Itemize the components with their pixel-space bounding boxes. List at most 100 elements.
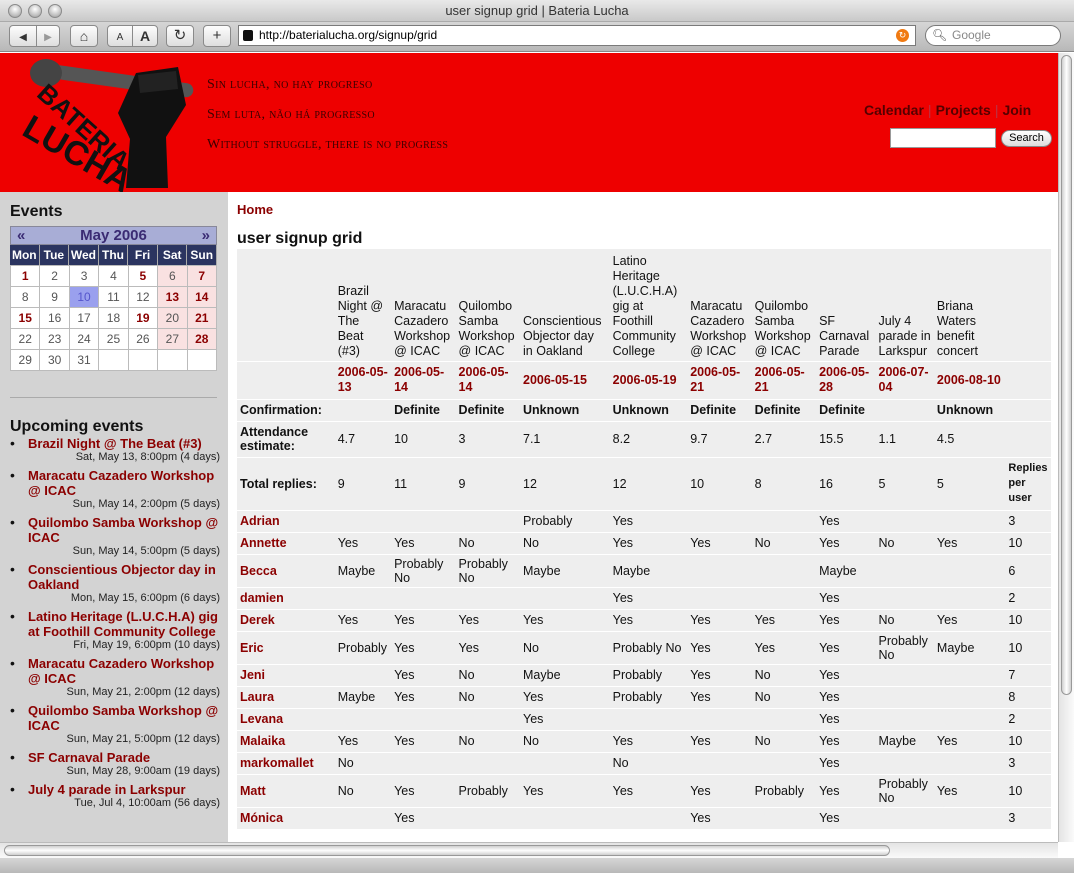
event-date-link[interactable]: 2006-05-21 (687, 361, 752, 400)
user-name-link[interactable]: damien (237, 587, 335, 610)
calendar-day[interactable]: 8 (9, 286, 41, 308)
grid-blank-cell (1005, 361, 1051, 400)
event-date-link[interactable]: 2006-05-14 (455, 361, 520, 400)
user-name-link[interactable]: Eric (237, 631, 335, 665)
reply-cell: Yes (609, 774, 688, 808)
event-date-link[interactable]: 2006-05-28 (816, 361, 876, 400)
back-button[interactable]: ◀ (9, 25, 37, 47)
calendar-day[interactable]: 12 (127, 286, 159, 308)
calendar-day[interactable]: 28 (186, 328, 218, 350)
upcoming-event-link[interactable]: Quilombo Samba Workshop @ ICAC (28, 703, 220, 733)
upcoming-event-date: Sun, May 14, 2:00pm (5 days) (72, 498, 220, 510)
calendar-day[interactable]: 24 (68, 328, 100, 350)
calendar-day[interactable]: 26 (127, 328, 159, 350)
calendar-day[interactable]: 2 (39, 265, 70, 287)
upcoming-event-link[interactable]: Maracatu Cazadero Workshop @ ICAC (28, 468, 220, 498)
calendar-day[interactable]: 10 (68, 286, 100, 308)
user-name-link[interactable]: Levana (237, 708, 335, 731)
bateria-lucha-logo[interactable]: BATERIA LUCHA (18, 53, 218, 192)
user-name-link[interactable]: Mónica (237, 807, 335, 830)
next-month-icon[interactable]: » (202, 227, 210, 245)
horizontal-scrollbar[interactable] (0, 842, 1058, 858)
calendar-day[interactable]: 13 (157, 286, 188, 308)
nav-join-link[interactable]: Join (1002, 102, 1031, 118)
event-date-link[interactable]: 2006-08-10 (933, 361, 1006, 400)
signup-grid-table: Brazil Night @ The Beat (#3) Maracatu Caz… (237, 249, 1051, 830)
reply-cell: Yes (391, 609, 456, 632)
horizontal-scroll-thumb[interactable] (4, 845, 890, 856)
rss-icon[interactable]: ↻ (896, 29, 909, 42)
upcoming-event-link[interactable]: Latino Heritage (L.U.C.H.A) gig at Footh… (28, 609, 220, 639)
minimize-window-button[interactable] (28, 4, 42, 18)
forward-button[interactable]: ▶ (36, 25, 60, 47)
calendar-day[interactable]: 25 (98, 328, 129, 350)
calendar-day[interactable]: 7 (186, 265, 218, 287)
breadcrumb-home-link[interactable]: Home (237, 202, 273, 217)
event-date-link[interactable]: 2006-05-15 (520, 361, 610, 400)
event-date-link[interactable]: 2006-05-21 (751, 361, 817, 400)
calendar-day[interactable]: 5 (127, 265, 159, 287)
calendar-day[interactable]: 3 (68, 265, 100, 287)
user-name-link[interactable]: Adrian (237, 510, 335, 533)
calendar-day[interactable]: 17 (68, 307, 100, 329)
calendar-day[interactable]: 1 (9, 265, 41, 287)
user-name-link[interactable]: Laura (237, 686, 335, 709)
upcoming-event-link[interactable]: Conscientious Objector day in Oakland (28, 562, 220, 592)
google-search-field[interactable]: 🔍︎ Google (925, 25, 1061, 46)
user-name-link[interactable]: Annette (237, 532, 335, 555)
prev-month-icon[interactable]: « (17, 227, 25, 245)
zoom-window-button[interactable] (48, 4, 62, 18)
user-name-link[interactable]: Matt (237, 774, 335, 808)
nav-calendar-link[interactable]: Calendar (864, 102, 924, 118)
calendar-month-label[interactable]: May 2006 (80, 227, 147, 244)
calendar-day[interactable]: 29 (9, 349, 41, 371)
upcoming-event-link[interactable]: Maracatu Cazadero Workshop @ ICAC (28, 656, 220, 686)
calendar-day[interactable]: 30 (39, 349, 70, 371)
upcoming-event-link[interactable]: Brazil Night @ The Beat (#3) (28, 436, 220, 451)
calendar-day[interactable]: 15 (9, 307, 41, 329)
calendar-day[interactable]: 6 (157, 265, 188, 287)
add-bookmark-button[interactable]: + (203, 25, 231, 47)
table-row: Derek Yes Yes Yes Yes Yes Yes Yes Yes No Yes 10 (237, 609, 1051, 632)
calendar-day[interactable]: 27 (157, 328, 188, 350)
home-button[interactable]: ⌂ (70, 25, 98, 47)
site-search-input[interactable] (890, 128, 996, 148)
calendar-day[interactable]: 14 (186, 286, 218, 308)
calendar-day[interactable]: 31 (68, 349, 100, 371)
user-name-link[interactable]: Jeni (237, 664, 335, 687)
user-name-link[interactable]: Malaika (237, 730, 335, 753)
vertical-scrollbar[interactable] (1058, 53, 1074, 842)
event-date-link[interactable]: 2006-05-14 (391, 361, 456, 400)
reply-cell: Yes (609, 532, 688, 555)
calendar-day[interactable]: 9 (39, 286, 70, 308)
user-name-link[interactable]: markomallet (237, 752, 335, 775)
reload-button[interactable]: ↻ (166, 25, 194, 47)
calendar-day[interactable]: 21 (186, 307, 218, 329)
calendar-day[interactable]: 16 (39, 307, 70, 329)
upcoming-event-link[interactable]: Quilombo Samba Workshop @ ICAC (28, 515, 220, 545)
calendar-day[interactable]: 20 (157, 307, 188, 329)
address-bar[interactable]: http://baterialucha.org/signup/grid ↻ (238, 25, 916, 46)
reply-cell: Probably No (875, 774, 934, 808)
event-date-link[interactable]: 2006-05-19 (609, 361, 688, 400)
calendar-day[interactable]: 22 (9, 328, 41, 350)
calendar-day[interactable]: 11 (98, 286, 129, 308)
url-text: http://baterialucha.org/signup/grid (259, 28, 438, 42)
calendar-day[interactable]: 23 (39, 328, 70, 350)
calendar-day[interactable]: 19 (127, 307, 159, 329)
user-name-link[interactable]: Becca (237, 554, 335, 588)
event-date-link[interactable]: 2006-05-13 (334, 361, 392, 400)
upcoming-event-link[interactable]: July 4 parade in Larkspur (28, 782, 220, 797)
site-search-button[interactable]: Search (1001, 130, 1052, 147)
event-date-link[interactable]: 2006-07-04 (875, 361, 934, 400)
calendar-day[interactable]: 18 (98, 307, 129, 329)
close-window-button[interactable] (8, 4, 22, 18)
vertical-scroll-thumb[interactable] (1061, 55, 1072, 695)
upcoming-event-link[interactable]: SF Carnaval Parade (28, 750, 220, 765)
increase-text-button[interactable]: A (132, 25, 158, 47)
decrease-text-button[interactable]: A (107, 25, 133, 47)
user-name-link[interactable]: Derek (237, 609, 335, 632)
weekday-label: Sun (187, 245, 218, 265)
calendar-day[interactable]: 4 (98, 265, 129, 287)
nav-projects-link[interactable]: Projects (936, 102, 991, 118)
